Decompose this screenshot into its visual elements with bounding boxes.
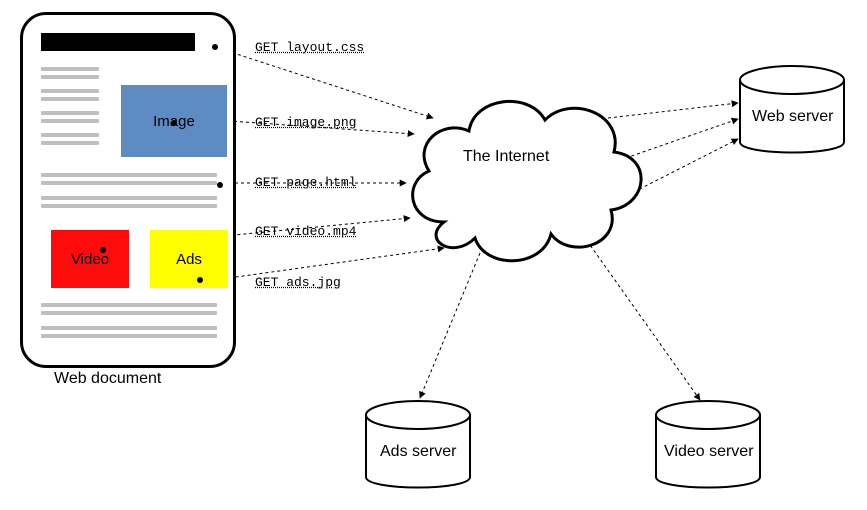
text-line: [41, 111, 99, 115]
ads-label: Ads: [176, 251, 202, 268]
text-line: [41, 181, 217, 185]
text-line: [41, 204, 217, 208]
image-asset: Image: [121, 85, 227, 157]
doc-header-bar: [41, 33, 195, 51]
text-line: [41, 133, 99, 137]
web-document-caption: Web document: [54, 370, 161, 388]
web-server-label: Web server: [752, 108, 834, 126]
text-line: [41, 196, 217, 200]
text-line: [41, 119, 99, 123]
request-layout: GET layout.css: [255, 40, 364, 55]
text-line: [41, 141, 99, 145]
request-image: GET image.png: [255, 115, 356, 130]
request-page: GET page.html: [255, 175, 356, 190]
video-asset: Video: [51, 230, 129, 288]
image-label: Image: [153, 113, 195, 130]
internet-cloud: [395, 72, 655, 282]
ads-server-label: Ads server: [380, 443, 456, 461]
text-line: [41, 311, 217, 315]
video-label: Video: [71, 251, 109, 268]
video-server-label: Video server: [664, 443, 754, 461]
text-line: [41, 67, 99, 71]
ads-asset: Ads: [150, 230, 228, 288]
cloud-label: The Internet: [463, 148, 549, 166]
text-line: [41, 89, 99, 93]
text-line: [41, 97, 99, 101]
text-line: [41, 334, 217, 338]
text-line: [41, 173, 217, 177]
text-line: [41, 303, 217, 307]
request-video: GET video.mp4: [255, 224, 356, 239]
text-line: [41, 326, 217, 330]
request-ads: GET ads.jpg: [255, 275, 341, 290]
web-document: Image Video Ads: [20, 12, 236, 368]
text-line: [41, 75, 99, 79]
